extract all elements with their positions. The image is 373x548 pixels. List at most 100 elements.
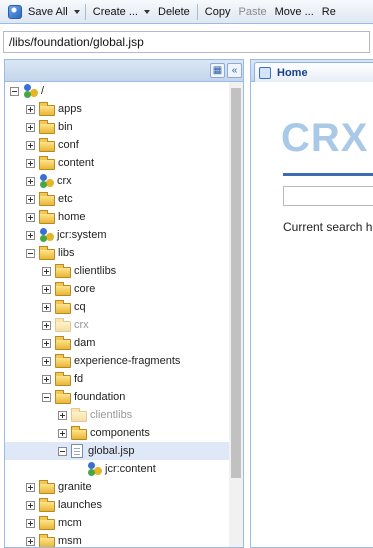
move-button[interactable]: Move ... [271,1,318,23]
create-button[interactable]: Create ... [89,1,154,23]
expand-icon[interactable] [26,104,35,114]
expand-icon[interactable] [26,482,35,492]
node-icon [39,228,54,242]
tree-node-label: experience-fragments [74,355,181,367]
tree-node[interactable]: crx [5,172,229,190]
tree-node[interactable]: crx [5,316,229,334]
expand-icon[interactable] [26,158,35,168]
folder-icon [55,335,71,350]
collapse-icon[interactable] [10,86,19,96]
expand-icon[interactable] [26,518,35,528]
tree-node[interactable]: libs [5,244,229,262]
tree-node-label: etc [58,193,73,205]
tree-node[interactable]: experience-fragments [5,352,229,370]
tree-node[interactable]: granite [5,478,229,496]
tree-node-label: crx [57,175,72,187]
save-all-dropdown[interactable] [72,1,82,23]
tree-node[interactable]: content [5,154,229,172]
copy-button[interactable]: Copy [201,1,235,23]
save-all-button[interactable]: Save All [0,1,72,23]
tree-node-label: apps [58,103,82,115]
tab-home[interactable]: Home [254,62,373,82]
paste-button[interactable]: Paste [234,1,270,23]
tree-node[interactable]: jcr:system [5,226,229,244]
tree-node-label: jcr:content [105,463,156,475]
tree-node[interactable]: clientlibs [5,262,229,280]
address-bar [0,29,373,55]
expand-icon[interactable] [26,194,35,204]
node-icon [23,84,38,98]
expand-icon[interactable] [42,284,51,294]
tree-node-label: conf [58,139,79,151]
tree-node[interactable]: global.jsp [5,442,229,460]
collapse-panel-icon[interactable]: « [227,63,242,78]
tree-node[interactable]: home [5,208,229,226]
save-icon [8,4,22,19]
delete-button[interactable]: Delete [154,1,194,23]
tree-node-label: content [58,157,95,169]
folder-icon [71,407,87,422]
folder-icon [39,515,55,530]
folder-icon [39,155,55,170]
expand-icon[interactable] [58,410,67,420]
tree-node[interactable]: msm [5,532,229,547]
tree-node[interactable]: bin [5,118,229,136]
expand-icon[interactable] [26,176,35,186]
tree-node[interactable]: dam [5,334,229,352]
expand-icon[interactable] [26,122,35,132]
file-icon [71,444,83,458]
expand-icon[interactable] [42,320,51,330]
folder-icon [55,263,71,278]
search-input[interactable] [283,186,373,206]
tree-node[interactable]: apps [5,100,229,118]
folder-icon [71,425,87,440]
expand-icon[interactable] [42,338,51,348]
tree-node-label: jcr:system [57,229,107,241]
tree-node[interactable]: core [5,280,229,298]
folder-icon [39,209,55,224]
chevron-down-icon [144,9,150,14]
tree-node-label: / [41,85,45,97]
tree-node[interactable]: / [5,82,229,100]
folder-icon [39,497,55,512]
chevron-down-icon [73,9,80,14]
tree-node[interactable]: cq [5,298,229,316]
expand-icon[interactable] [26,536,35,546]
tree-node[interactable]: conf [5,136,229,154]
expand-icon[interactable] [58,428,67,438]
node-icon [39,174,54,188]
tree-node-label: core [74,283,96,295]
folder-icon [39,101,55,116]
expand-icon[interactable] [42,356,51,366]
expand-icon[interactable] [42,302,51,312]
tree-node[interactable]: etc [5,190,229,208]
expand-icon[interactable] [26,230,35,240]
tree-settings-icon[interactable]: ▦ [210,63,225,78]
tree-node-label: libs [58,247,75,259]
tree-scrollbar[interactable] [229,82,243,547]
tree-node[interactable]: components [5,424,229,442]
scrollbar-thumb[interactable] [231,88,241,478]
tree-node-label: launches [58,499,103,511]
collapse-icon[interactable] [26,248,35,258]
tree-node[interactable]: foundation [5,388,229,406]
collapse-icon[interactable] [58,446,67,456]
path-input[interactable] [3,31,370,53]
tree-node[interactable]: clientlibs [5,406,229,424]
repository-tree: / apps bin conf content crx etc home jcr:system l… [5,82,229,547]
tree-node[interactable]: mcm [5,514,229,532]
tree-node-label: components [90,427,150,439]
collapse-icon[interactable] [42,392,51,402]
expand-icon[interactable] [42,266,51,276]
tree-node[interactable]: fd [5,370,229,388]
expand-icon[interactable] [42,374,51,384]
expand-icon[interactable] [26,140,35,150]
expand-icon[interactable] [26,212,35,222]
tree-node[interactable]: jcr:content [5,460,229,478]
expand-icon[interactable] [26,500,35,510]
toolbar-separator [196,3,198,20]
tree-node[interactable]: launches [5,496,229,514]
rename-button[interactable]: Re [318,1,340,23]
content-panel: Home CRX Current search ha [250,59,373,548]
